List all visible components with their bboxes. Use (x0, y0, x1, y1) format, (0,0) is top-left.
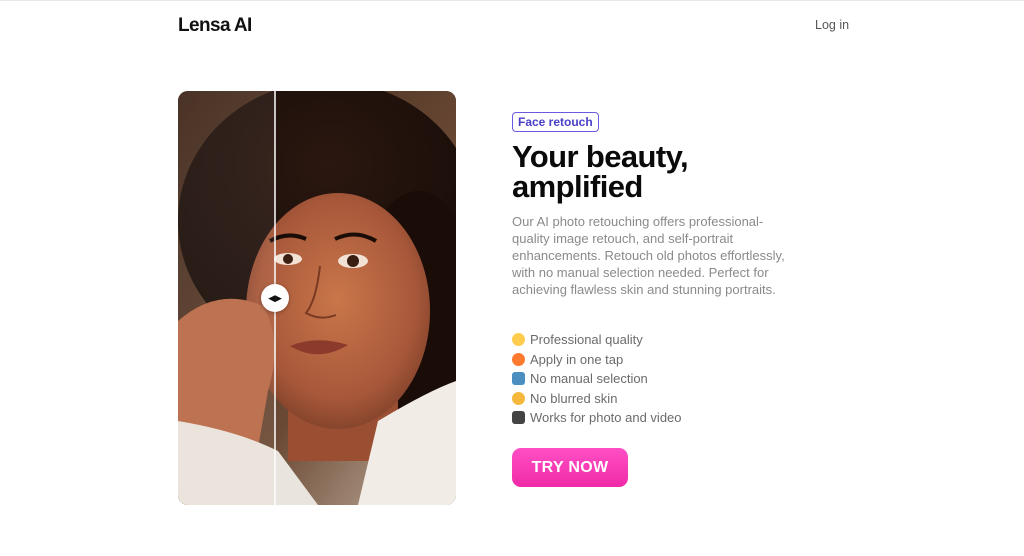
feature-label: No blurred skin (530, 390, 618, 406)
before-after-comparison-image[interactable]: ◀ ▶ (178, 91, 456, 505)
feature-list: Professional quality Apply in one tap No… (512, 330, 682, 428)
feature-label: Professional quality (530, 332, 643, 347)
feature-label: Works for photo and video (530, 410, 682, 425)
arrow-left-icon: ◀ (268, 292, 275, 303)
feature-label: No manual selection (530, 371, 648, 386)
logo[interactable]: Lensa AI (178, 15, 252, 37)
comparison-slider-handle[interactable]: ◀ ▶ (261, 284, 289, 312)
hero-description: Our AI photo retouching offers professio… (512, 214, 785, 297)
arrow-right-icon: ▶ (275, 292, 282, 303)
try-now-button[interactable]: TRY NOW (512, 448, 628, 487)
robot-emoji-icon (512, 372, 525, 386)
login-link[interactable]: Log in (815, 18, 849, 32)
list-item: Professional quality (512, 330, 682, 350)
headline-line-2: amplified (512, 169, 643, 204)
portrait-photo (178, 91, 456, 505)
fire-emoji-icon (512, 352, 525, 366)
category-badge: Face retouch (512, 112, 599, 132)
list-item: No blurred skin (512, 389, 682, 409)
princess-emoji-icon (512, 391, 525, 405)
list-item: Works for photo and video (512, 408, 682, 428)
list-item: No manual selection (512, 369, 682, 389)
sunglasses-emoji-icon (512, 333, 525, 347)
video-camera-emoji-icon (512, 411, 525, 425)
feature-label: Apply in one tap (530, 351, 624, 367)
page-title: Your beauty, amplified (512, 141, 832, 204)
top-navigation-bar: Lensa AI Log in (0, 0, 1024, 48)
list-item: Apply in one tap (512, 350, 682, 370)
